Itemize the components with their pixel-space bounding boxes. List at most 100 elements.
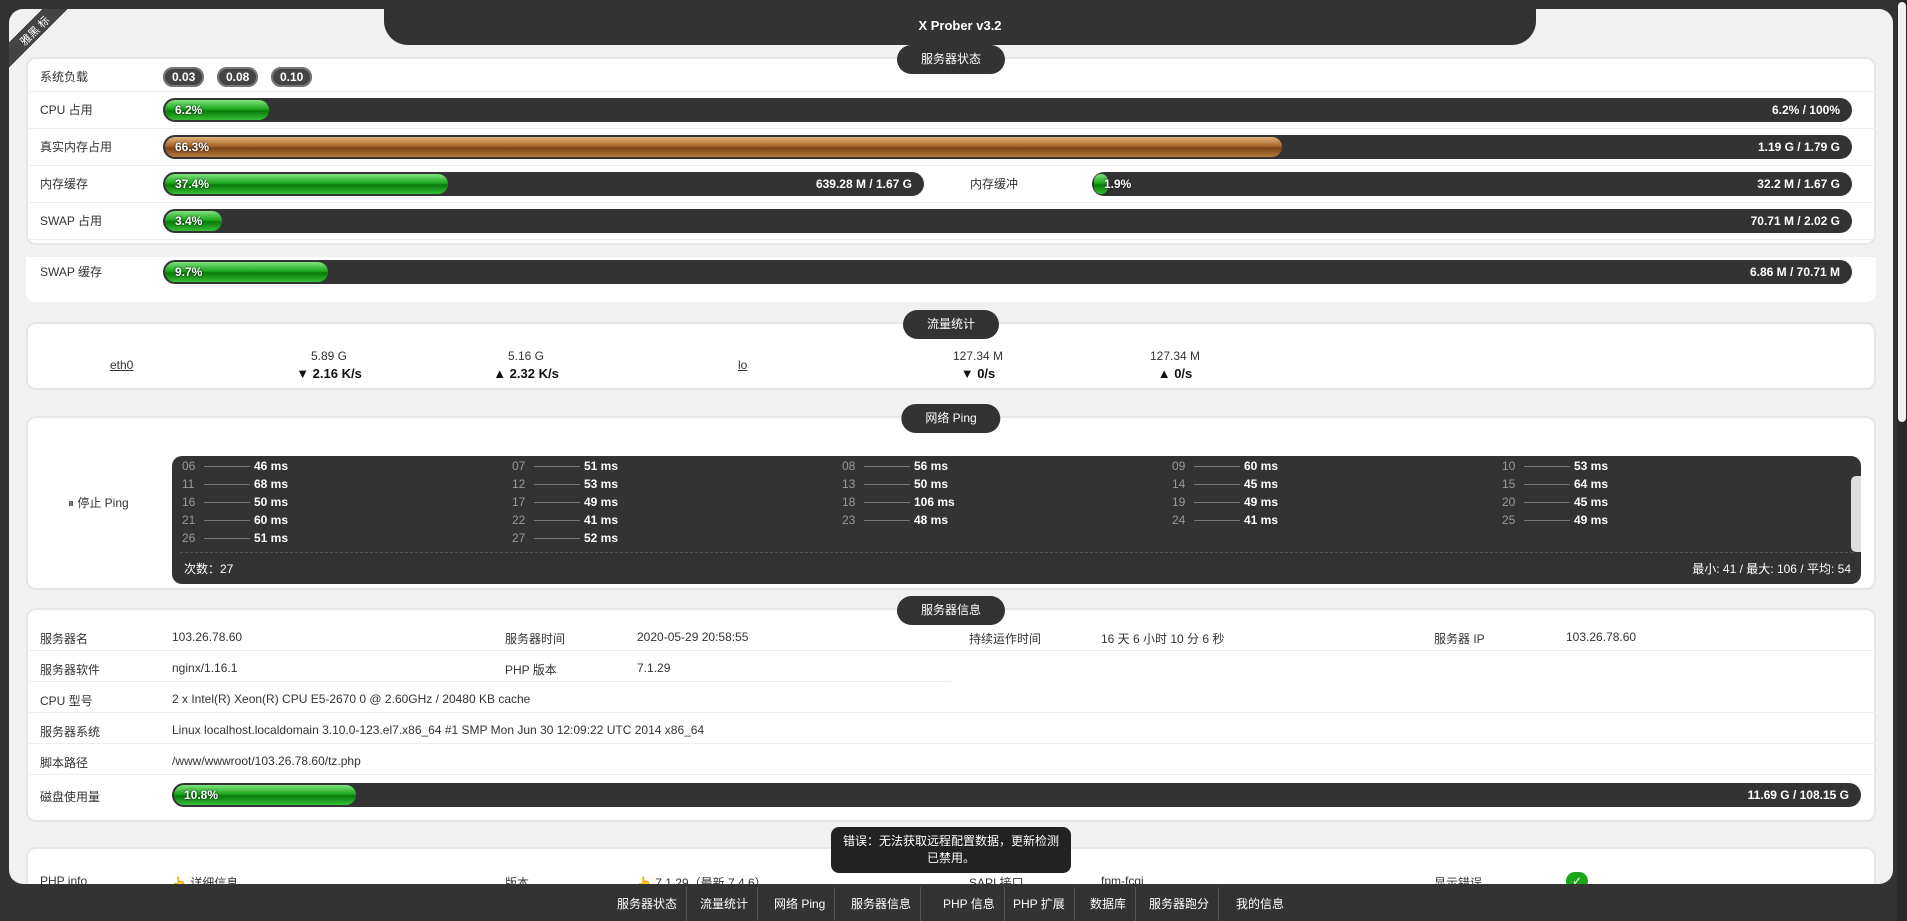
cpu-row: CPU 占用 6.2% 6.2% / 100% bbox=[26, 92, 1876, 129]
ping-seq: 18 bbox=[842, 495, 856, 509]
php-ver-link[interactable]: 👆 7.1.29（最新 7.4.6） bbox=[637, 874, 767, 884]
iface-eth0-tx-total: 5.16 G bbox=[507, 349, 545, 363]
nav-item[interactable]: 服务器状态 bbox=[608, 887, 688, 921]
page-scrollbar[interactable] bbox=[1897, 0, 1907, 921]
toast-line-2: 已禁用。 bbox=[926, 851, 975, 865]
ping-item: 14 45 ms bbox=[1172, 475, 1278, 493]
mem-real-bar-fill bbox=[165, 137, 1282, 157]
script-path-label: 脚本路径 bbox=[40, 756, 89, 770]
server-info-card: 服务器信息 服务器名 103.26.78.60 服务器时间 2020-05-29… bbox=[26, 596, 1876, 822]
ping-latency: 50 ms bbox=[914, 477, 949, 491]
stop-ping-button[interactable]: ⏸ 停止 Ping bbox=[68, 494, 129, 511]
mem-real-bar: 66.3% 1.19 G / 1.79 G bbox=[163, 135, 1852, 159]
mem-cache-pct: 37.4% bbox=[175, 177, 210, 191]
ping-item: 23 48 ms bbox=[842, 511, 948, 529]
nav-item[interactable]: PHP 信息 bbox=[934, 887, 1005, 921]
ping-summary: 最小: 41 / 最大: 106 / 平均: 54 bbox=[1692, 562, 1851, 576]
iface-eth0-name[interactable]: eth0 bbox=[110, 358, 133, 372]
ping-results: 06 46 ms 07 51 ms 08 56 ms 09 60 ms 10 53 ms 11 68 … bbox=[172, 456, 1861, 584]
swap-cache-label: SWAP 缓存 bbox=[40, 265, 103, 279]
iface-lo-name[interactable]: lo bbox=[738, 358, 747, 372]
ping-seq: 23 bbox=[842, 513, 856, 527]
server-time-label: 服务器时间 bbox=[505, 632, 566, 646]
iface-eth0-rx: 5.89 G ▼ 2.16 K/s bbox=[279, 349, 379, 381]
info-divider-3 bbox=[26, 712, 1876, 713]
ping-latency: 49 ms bbox=[584, 495, 619, 509]
app-container: 雅黑 标 X Prober v3.2 服务器状态 系统负载 0.03 0.08 … bbox=[9, 9, 1893, 884]
nav-item[interactable]: 我的信息 bbox=[1227, 887, 1293, 921]
ping-seq: 10 bbox=[1502, 459, 1516, 473]
mem-real-label: 真实内存占用 bbox=[40, 140, 113, 154]
mem-buffer-value: 32.2 M / 1.67 G bbox=[1757, 177, 1840, 191]
iface-eth0-tx: 5.16 G ▲ 2.32 K/s bbox=[476, 349, 576, 381]
disk-usage-value: 11.69 G / 108.15 G bbox=[1747, 788, 1849, 802]
iface-eth0-rx-total: 5.89 G bbox=[310, 349, 348, 363]
server-software-value: nginx/1.16.1 bbox=[172, 661, 238, 675]
ping-latency: 49 ms bbox=[1244, 495, 1279, 509]
ping-item: 25 49 ms bbox=[1502, 511, 1608, 529]
ping-seq: 14 bbox=[1172, 477, 1186, 491]
ping-seq: 24 bbox=[1172, 513, 1186, 527]
ping-item: 19 49 ms bbox=[1172, 493, 1278, 511]
ping-seq: 21 bbox=[182, 513, 196, 527]
iface-lo-tx-total: 127.34 M bbox=[1149, 349, 1201, 363]
nav-item[interactable]: PHP 扩展 bbox=[1004, 887, 1075, 921]
ping-item: 22 41 ms bbox=[512, 511, 618, 529]
ping-latency: 64 ms bbox=[1574, 477, 1609, 491]
ping-latency: 56 ms bbox=[914, 459, 949, 473]
ping-latency: 51 ms bbox=[584, 459, 619, 473]
ping-latency: 51 ms bbox=[254, 531, 289, 545]
status-title: 服务器状态 bbox=[896, 45, 1006, 74]
nav-item[interactable]: 服务器信息 bbox=[842, 887, 922, 921]
info-divider-1 bbox=[26, 650, 1876, 651]
ping-item: 10 53 ms bbox=[1502, 457, 1608, 475]
cpu-value: 6.2% / 100% bbox=[1771, 103, 1840, 117]
swap-pct: 3.4% bbox=[175, 214, 203, 228]
ping-line bbox=[204, 466, 250, 468]
ping-line bbox=[1194, 466, 1240, 468]
server-name-value: 103.26.78.60 bbox=[172, 630, 243, 644]
page-scrollbar-thumb[interactable] bbox=[1898, 2, 1906, 422]
ping-item: 18 106 ms bbox=[842, 493, 955, 511]
check-icon: ✓ bbox=[1566, 872, 1588, 884]
nav-item[interactable]: 流量统计 bbox=[691, 887, 759, 921]
ping-line bbox=[204, 484, 250, 486]
ping-latency: 52 ms bbox=[584, 531, 619, 545]
ping-item: 26 51 ms bbox=[182, 529, 288, 547]
info-divider-5 bbox=[26, 774, 1876, 775]
ping-seq: 27 bbox=[512, 531, 526, 545]
ping-seq: 17 bbox=[512, 495, 526, 509]
mem-buffer-label: 内存缓冲 bbox=[970, 177, 1019, 191]
php-version-label: PHP 版本 bbox=[505, 663, 557, 677]
swap-value: 70.71 M / 2.02 G bbox=[1750, 214, 1840, 228]
ping-latency: 50 ms bbox=[254, 495, 289, 509]
ping-latency: 60 ms bbox=[1244, 459, 1279, 473]
iface-lo-tx: 127.34 M ▲ 0/s bbox=[1125, 349, 1225, 381]
ping-line bbox=[1194, 520, 1240, 522]
sapi-label: SAPI 接口 bbox=[969, 876, 1024, 884]
iface-lo-rx: 127.34 M ▼ 0/s bbox=[928, 349, 1028, 381]
ping-line bbox=[534, 538, 580, 540]
ping-seq: 25 bbox=[1502, 513, 1516, 527]
iface-lo-rx-rate: ▼ 0/s bbox=[960, 366, 996, 381]
ping-latency: 46 ms bbox=[254, 459, 289, 473]
load-1min: 0.03 bbox=[163, 67, 205, 87]
php-info-link[interactable]: 👆 详细信息 bbox=[172, 874, 238, 884]
nav-item[interactable]: 数据库 bbox=[1081, 887, 1137, 921]
server-os-value: Linux localhost.localdomain 3.10.0-123.e… bbox=[172, 723, 705, 737]
ping-item: 11 68 ms bbox=[182, 475, 288, 493]
ping-item: 16 50 ms bbox=[182, 493, 288, 511]
swap-bar: 3.4% 70.71 M / 2.02 G bbox=[163, 209, 1852, 233]
ping-card: 网络 Ping ⏸ 停止 Ping 06 46 ms 07 51 ms 08 56 ms 0… bbox=[26, 404, 1876, 590]
ping-seq: 06 bbox=[182, 459, 196, 473]
nav-item[interactable]: 服务器跑分 bbox=[1140, 887, 1220, 921]
server-ip-value: 103.26.78.60 bbox=[1566, 630, 1637, 644]
ping-item: 15 64 ms bbox=[1502, 475, 1608, 493]
display-errors-label: 显示错误 bbox=[1434, 876, 1483, 884]
mem-cache-value: 639.28 M / 1.67 G bbox=[815, 177, 912, 191]
ping-latency: 60 ms bbox=[254, 513, 289, 527]
nav-item[interactable]: 网络 Ping bbox=[765, 887, 836, 921]
ping-scrollbar[interactable] bbox=[1851, 476, 1861, 552]
swap-label: SWAP 占用 bbox=[40, 214, 103, 228]
ping-title: 网络 Ping bbox=[901, 404, 1001, 433]
